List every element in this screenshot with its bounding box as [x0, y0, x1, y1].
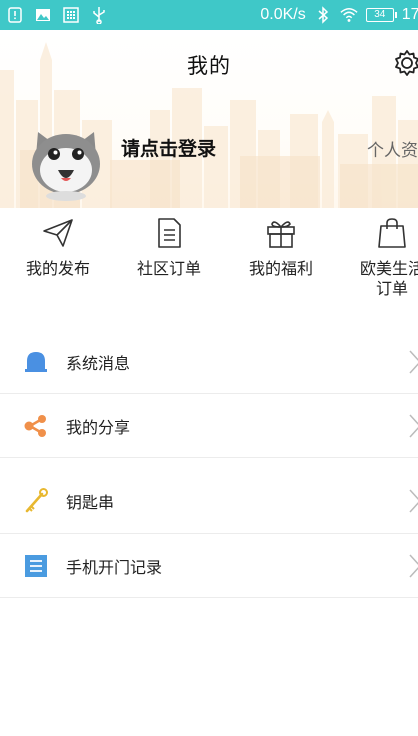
document-icon	[158, 218, 181, 248]
list-icon	[25, 554, 47, 577]
action-label: 我的福利	[248, 261, 313, 278]
login-prompt[interactable]: 请点击登录	[121, 134, 216, 161]
action-my-posts[interactable]: 我的发布	[3, 208, 113, 280]
paper-plane-icon	[43, 219, 73, 247]
profile-link[interactable]: 个人资	[367, 136, 418, 161]
profile-header: 我的 请点击登录 个人资	[0, 30, 418, 208]
action-label: 我的发布	[25, 261, 90, 278]
menu-item-system-messages[interactable]: 系统消息	[0, 330, 418, 394]
action-label: 社区订单	[136, 261, 201, 278]
gift-icon	[267, 221, 295, 248]
menu-item-door-open-records[interactable]: 手机开门记录	[0, 534, 418, 598]
chevron-right-icon	[409, 553, 418, 578]
status-bar: 0.0K/s 34 17:	[0, 0, 418, 30]
action-community-orders[interactable]: 社区订单	[114, 208, 224, 280]
usb-icon	[93, 7, 105, 24]
status-left-icons	[6, 6, 108, 24]
quick-actions: 我的发布 社区订单 我的福利 欧美生活 订单	[0, 208, 418, 308]
menu-label: 我的分享	[66, 419, 131, 437]
image-icon	[36, 9, 50, 21]
menu-label: 手机开门记录	[66, 559, 163, 577]
notification-icon	[8, 7, 22, 23]
avatar[interactable]	[28, 126, 104, 202]
status-right-indicators: 0.0K/s 34 17:	[260, 0, 418, 30]
bell-icon	[25, 351, 47, 372]
grid-app-icon	[63, 7, 79, 23]
menu-label: 钥匙串	[66, 494, 115, 512]
shopping-bag-icon	[378, 218, 406, 248]
share-icon	[24, 414, 46, 437]
chevron-right-icon	[409, 349, 418, 374]
battery-indicator: 34	[365, 8, 397, 22]
network-speed: 0.0K/s	[260, 6, 306, 23]
menu-item-my-shares[interactable]: 我的分享	[0, 394, 418, 458]
chevron-right-icon	[409, 488, 418, 513]
clock: 17:	[401, 6, 418, 23]
action-label: 欧美生活 订单	[359, 261, 418, 298]
menu-label: 系统消息	[66, 355, 131, 373]
action-euro-life-orders[interactable]: 欧美生活 订单	[337, 208, 418, 300]
chevron-right-icon	[409, 413, 418, 438]
page-title: 我的	[187, 55, 231, 78]
menu-item-keychain[interactable]: 钥匙串	[0, 468, 418, 534]
action-my-benefits[interactable]: 我的福利	[226, 208, 336, 280]
bluetooth-icon	[318, 6, 328, 24]
key-icon	[25, 487, 48, 512]
wifi-icon	[340, 7, 358, 22]
settings-gear-icon[interactable]	[392, 48, 418, 78]
